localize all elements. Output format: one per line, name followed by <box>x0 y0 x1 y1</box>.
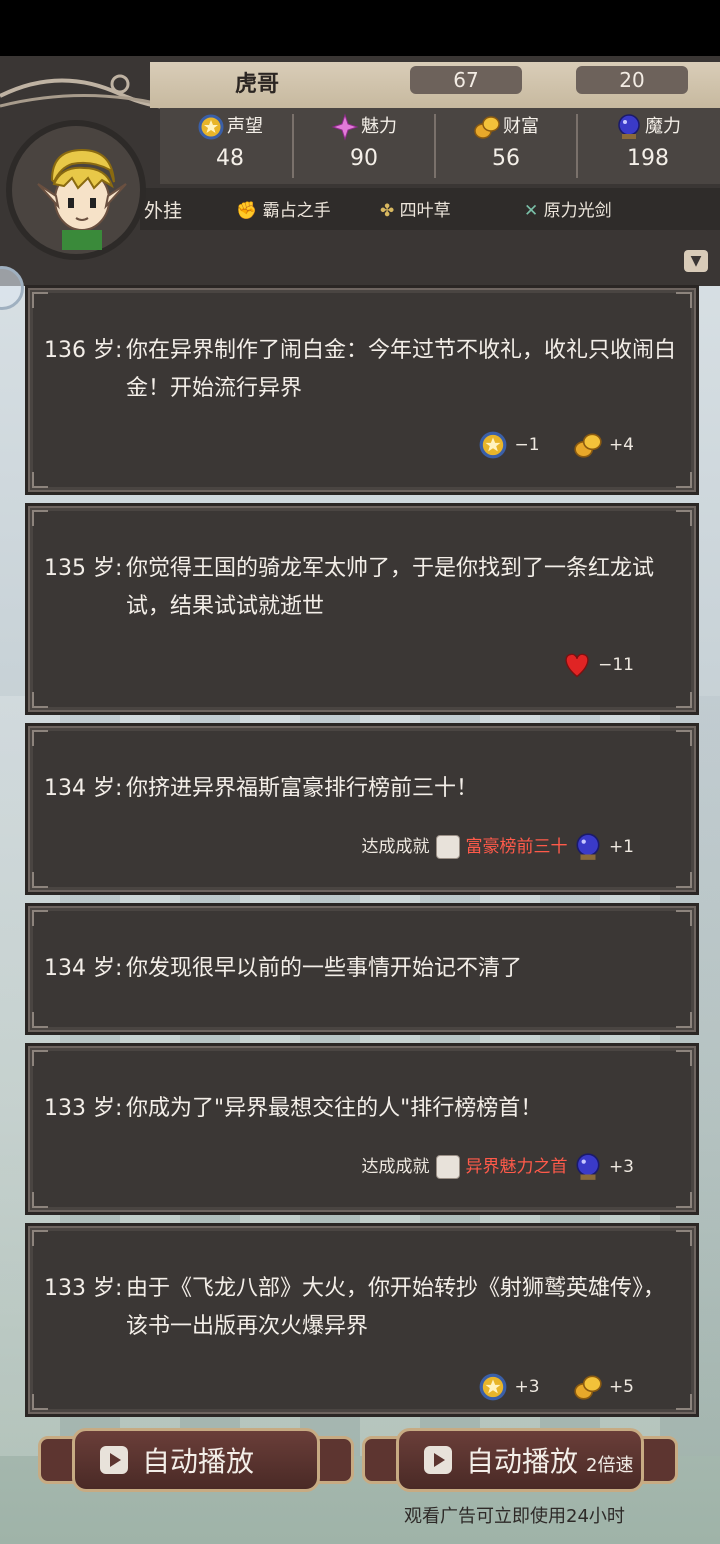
event-effects: −11 <box>534 650 634 680</box>
auto-play-fast-label: 自动播放 2倍速 <box>466 1445 634 1478</box>
fist-icon: ✊ <box>236 201 258 221</box>
stat-value: 90 <box>350 146 378 171</box>
trophy-icon <box>435 1155 460 1179</box>
cheat-item[interactable]: ✊ 霸占之手 <box>236 196 331 221</box>
event-age: 136 岁: <box>44 338 123 363</box>
health-value: 20 <box>576 66 688 94</box>
crystal-ball-icon <box>573 832 603 862</box>
cheats-title: 外挂 <box>144 200 183 222</box>
achievement-label: 达成成就 <box>361 1157 430 1177</box>
event-card: 135 岁: 你觉得王国的骑龙军太帅了，于是你找到了一条红龙试试，结果试试就逝世… <box>28 506 696 712</box>
avatar[interactable] <box>6 120 146 260</box>
video-play-icon <box>100 1446 128 1474</box>
stat-value: 48 <box>216 146 244 171</box>
sword-icon: ✕ <box>524 201 539 221</box>
chevron-down-icon: ▼ <box>690 253 702 269</box>
event-card: 136 岁: 你在异界制作了闹白金：今年过节不收礼，收礼只收闹白金！开始流行异界… <box>28 288 696 492</box>
event-effects: 达成成就 异界魅力之首 +3 <box>362 1152 634 1182</box>
crystal-ball-icon <box>615 113 643 141</box>
medal-icon <box>478 430 508 460</box>
elf-portrait <box>32 140 132 250</box>
stat-reputation: 声望 48 <box>160 110 300 184</box>
sparkle-icon <box>331 113 359 141</box>
event-text: 你发现很早以前的一些事情开始记不清了 <box>126 956 523 981</box>
event-age: 134 岁: <box>44 956 123 981</box>
event-age: 134 岁: <box>44 776 123 801</box>
event-age: 135 岁: <box>44 556 123 581</box>
crystal-ball-icon <box>573 1152 603 1182</box>
event-age: 133 岁: <box>44 1276 123 1301</box>
medal-icon <box>197 113 225 141</box>
speed-badge: 2倍速 <box>586 1455 634 1476</box>
event-text: 你成为了"异界最想交往的人"排行榜榜首！ <box>126 1096 543 1121</box>
cheat-item[interactable]: ✕ 原力光剑 <box>524 196 612 221</box>
event-effects: +3 +5 <box>450 1372 634 1402</box>
achievement-name[interactable]: 异界魅力之首 <box>466 1157 568 1177</box>
event-text: 你在异界制作了闹白金：今年过节不收礼，收礼只收闹白金！开始流行异界 <box>126 338 677 401</box>
achievement-name[interactable]: 富豪榜前三十 <box>466 837 568 857</box>
event-card: 134 岁: 你挤进异界福斯富豪排行榜前三十！ 达成成就 富豪榜前三十 +1 <box>28 726 696 892</box>
event-text: 你挤进异界福斯富豪排行榜前三十！ <box>126 776 479 801</box>
event-text: 由于《飞龙八部》大火，你开始转抄《射狮鹫英雄传》，该书一出版再次火爆异界 <box>126 1276 666 1339</box>
cheat-item[interactable]: ✤ 四叶草 <box>380 196 451 221</box>
stat-charm: 魅力 90 <box>294 110 434 184</box>
achievement-label: 达成成就 <box>361 837 430 857</box>
stat-value: 198 <box>627 146 669 171</box>
ad-note: 观看广告可立即使用24小时 <box>404 1506 625 1527</box>
player-name: 虎哥 <box>235 72 280 97</box>
event-card: 134 岁: 你发现很早以前的一些事情开始记不清了 <box>28 906 696 1032</box>
event-effects: −1 +4 <box>450 430 634 460</box>
status-bar <box>0 0 720 56</box>
auto-play-button[interactable]: 自动播放 <box>38 1422 354 1498</box>
auto-play-fast-button[interactable]: 自动播放 2倍速 <box>362 1422 678 1498</box>
cheats-dropdown-button[interactable]: ▼ <box>684 250 708 272</box>
stat-value: 56 <box>492 146 520 171</box>
clover-icon: ✤ <box>380 201 395 221</box>
event-card: 133 岁: 由于《飞龙八部》大火，你开始转抄《射狮鹫英雄传》，该书一出版再次火… <box>28 1226 696 1414</box>
event-effects: 达成成就 富豪榜前三十 +1 <box>362 832 634 862</box>
event-text: 你觉得王国的骑龙军太帅了，于是你找到了一条红龙试试，结果试试就逝世 <box>126 556 655 619</box>
video-play-icon <box>424 1446 452 1474</box>
trophy-icon <box>435 835 460 859</box>
coins-icon <box>573 1372 603 1402</box>
event-card: 133 岁: 你成为了"异界最想交往的人"排行榜榜首！ 达成成就 异界魅力之首 +… <box>28 1046 696 1212</box>
stat-wealth: 财富 56 <box>436 110 576 184</box>
attack-value: 67 <box>410 66 522 94</box>
auto-play-label: 自动播放 <box>142 1445 255 1478</box>
heart-icon <box>562 650 592 680</box>
event-age: 133 岁: <box>44 1096 123 1121</box>
medal-icon <box>478 1372 508 1402</box>
stat-magic: 魔力 198 <box>578 110 718 184</box>
coins-icon <box>573 430 603 460</box>
coins-icon <box>473 113 501 141</box>
